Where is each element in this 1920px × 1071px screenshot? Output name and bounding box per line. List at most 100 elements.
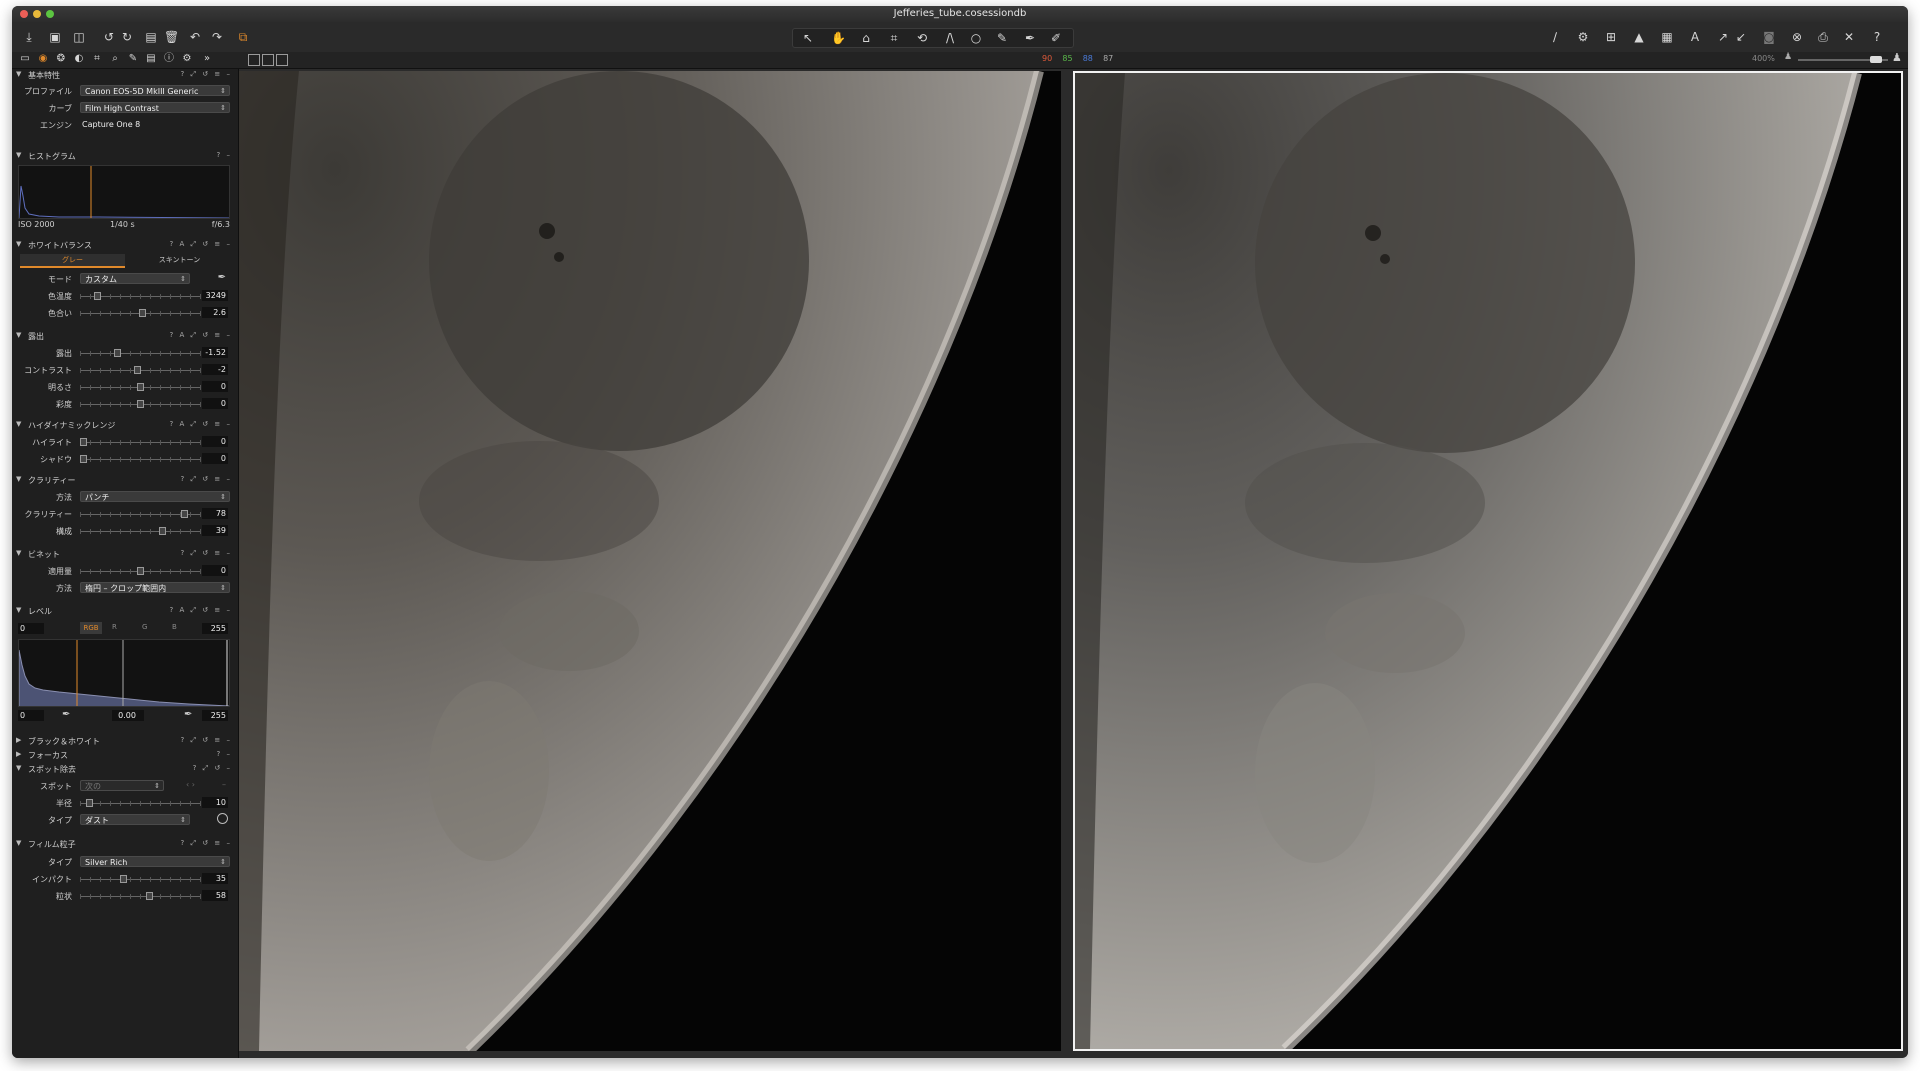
radius-field[interactable]: 10 [202,797,228,808]
vignette-amount-slider[interactable] [80,567,201,575]
undo-icon[interactable]: ↶ [188,30,202,44]
levels-input-low[interactable]: 0 [18,623,44,634]
collapse-triangle-icon[interactable]: ▼ [16,549,21,557]
tab-skin-tone[interactable]: スキントーン [127,254,232,266]
section-tools-icon[interactable]: ? ⤢ ↺ ≡ – [181,475,232,484]
brush-icon[interactable]: ✎ [995,31,1009,45]
slider-knob[interactable] [113,349,121,357]
brightness-field[interactable]: 0 [202,381,228,392]
profile-dropdown[interactable]: Canon EOS-5D MkIII Generic [80,85,230,97]
highlight-field[interactable]: 0 [202,436,228,447]
section-tools-icon[interactable]: ? ⤢ ↺ ≡ – [181,736,232,745]
exposure-warning-icon[interactable]: ▲ [1632,30,1646,44]
collapse-triangle-icon[interactable]: ▼ [16,240,21,248]
viewer-image-right-selected[interactable] [1073,71,1903,1051]
collapse-triangle-icon[interactable]: ▼ [16,420,21,428]
rotate-left-icon[interactable]: ↺ [102,30,116,44]
slider-knob[interactable] [93,292,101,300]
spot-dropdown[interactable]: 次の [80,780,164,792]
channel-r-button[interactable]: R [112,623,117,631]
slider-knob[interactable] [159,527,167,535]
section-tools-icon[interactable]: ? A ⤢ ↺ ≡ – [170,420,232,429]
levels-input-high[interactable]: 255 [202,623,228,634]
collapse-triangle-icon[interactable]: ▼ [16,70,21,78]
kelvin-field[interactable]: 3249 [202,290,228,301]
spot-delete-icon[interactable]: – [222,780,226,789]
spot-type-dropdown[interactable]: ダスト [80,814,190,826]
text-icon[interactable]: A [1688,30,1702,44]
eyedropper-icon[interactable]: ✒ [1023,31,1037,45]
section-film-grain[interactable]: ▼ フィルム粒子 ? ⤢ ↺ ≡ – [14,839,236,850]
brightness-slider[interactable] [80,383,201,391]
levels-output-high[interactable]: 255 [202,710,228,721]
exposure-field[interactable]: -1.52 [202,347,228,358]
collapse-triangle-icon[interactable]: ▼ [16,475,21,483]
zoom-slider[interactable] [1798,56,1888,63]
variant-icon[interactable]: ▤ [144,30,158,44]
straighten-icon[interactable]: ⟲ [915,31,929,45]
section-black-white[interactable]: ▶ ブラック＆ホワイト ? ⤢ ↺ ≡ – [14,736,236,747]
adjust-tab-icon[interactable]: ▤ [144,52,158,66]
live-view-icon[interactable]: ◙ [1762,30,1776,44]
channel-b-button[interactable]: B [172,623,177,631]
camera-icon[interactable]: ▣ [48,30,62,44]
print-icon[interactable]: ⎙ [1816,30,1830,44]
section-exposure[interactable]: ▼ 露出 ? A ⤢ ↺ ≡ – [14,331,236,342]
grid-view-icon[interactable] [248,54,260,66]
section-white-balance[interactable]: ▼ ホワイトバランス ? A ⤢ ↺ ≡ – [14,240,236,251]
levels-output-low[interactable]: 0 [18,710,44,721]
slider-knob[interactable] [80,438,87,446]
slider-knob[interactable] [136,567,144,575]
saturation-slider[interactable] [80,400,201,408]
tools-icon[interactable]: ✕ [1842,30,1856,44]
section-tools-icon[interactable]: ? ⤢ ↺ ≡ – [181,70,232,79]
spot-prev-next-icon[interactable]: ‹ › [186,780,195,789]
section-tools-icon[interactable]: ? A ⤢ ↺ ≡ – [170,331,232,340]
tint-field[interactable]: 2.6 [202,307,228,318]
granularity-slider[interactable] [80,892,201,900]
trash-icon[interactable]: 🗑 [164,30,179,44]
redo-icon[interactable]: ↷ [210,30,224,44]
rotate-right-icon[interactable]: ↻ [120,30,134,44]
settings-gear-icon[interactable]: ⚙ [1576,30,1590,44]
viewer-image-left[interactable] [239,71,1061,1051]
saturation-field[interactable]: 0 [202,398,228,409]
section-spot-removal[interactable]: ▼ スポット除去 ? ⤢ ↺ – [14,764,236,775]
slider-knob[interactable] [180,510,188,518]
apply-arrow-icon[interactable]: ↙ [1734,30,1748,44]
picker-icon[interactable]: ✐ [1049,31,1063,45]
collapse-triangle-icon[interactable]: ▼ [16,764,21,772]
structure-field[interactable]: 39 [202,525,228,536]
wb-picker-icon[interactable]: ✒ [218,272,226,283]
keystone-icon[interactable]: /\ [943,31,957,45]
library-tab-icon[interactable]: ▭ [18,52,32,66]
granularity-field[interactable]: 58 [202,890,228,901]
collapse-triangle-icon[interactable]: ▼ [16,151,21,159]
slider-knob[interactable] [80,455,87,463]
local-adjust-tab-icon[interactable]: ✎ [126,52,140,66]
overlay-icon[interactable]: ▦ [1660,30,1674,44]
details-tab-icon[interactable]: ⌕ [108,52,122,66]
levels-midpoint[interactable]: 0.00 [112,710,144,721]
shadow-slider[interactable] [80,455,201,463]
collapse-triangle-icon[interactable]: ▼ [16,606,21,614]
impact-field[interactable]: 35 [202,873,228,884]
channel-g-button[interactable]: G [142,623,147,631]
grain-type-dropdown[interactable]: Silver Rich [80,856,230,868]
slider-knob[interactable] [85,799,93,807]
slider-knob[interactable] [136,400,144,408]
clarity-method-dropdown[interactable]: パンチ [80,491,230,503]
section-hdr[interactable]: ▼ ハイダイナミックレンジ ? A ⤢ ↺ ≡ – [14,420,236,431]
white-point-picker-icon[interactable]: ✒ [184,709,192,720]
section-histogram[interactable]: ▼ ヒストグラム ? – [14,151,236,162]
curve-dropdown[interactable]: Film High Contrast [80,102,230,114]
compare-view-icon[interactable] [276,54,288,66]
tab-gray[interactable]: グレー [20,254,125,268]
capture-icon[interactable]: ◫ [72,30,86,44]
metadata-tab-icon[interactable]: ⓘ [162,52,176,66]
collapse-triangle-icon[interactable]: ▼ [16,839,21,847]
capture-tab-icon[interactable]: ◉ [36,52,50,66]
help-icon[interactable]: ? [1870,30,1884,44]
exposure-tab-icon[interactable]: ◐ [72,52,86,66]
expand-triangle-icon[interactable]: ▶ [16,736,21,744]
